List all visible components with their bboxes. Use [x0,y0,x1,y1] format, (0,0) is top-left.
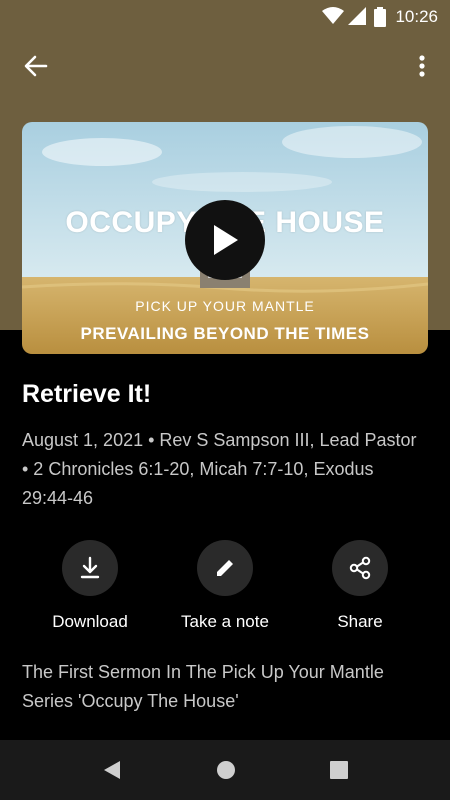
share-button[interactable]: Share [300,540,420,632]
download-button[interactable]: Download [30,540,150,632]
more-options-button[interactable] [410,50,434,82]
share-icon [349,556,371,580]
take-note-label: Take a note [181,612,269,631]
nav-back-icon[interactable] [100,758,124,782]
download-icon [80,556,100,579]
sermon-title: Retrieve It! [22,380,152,408]
status-time: 10:26 [395,7,438,26]
thumbnail-tagline-text: PREVAILING BEYOND THE TIMES [80,324,370,343]
download-label: Download [52,612,128,631]
system-nav-bar [0,740,450,800]
take-note-circle[interactable] [197,540,253,596]
download-circle[interactable] [62,540,118,596]
sermon-meta: August 1, 2021 • Rev S Sampson III, Lead… [22,430,417,508]
sermon-description: The First Sermon In The Pick Up Your Man… [22,662,384,711]
battery-icon [374,7,386,27]
share-circle[interactable] [332,540,388,596]
back-button[interactable] [20,50,52,82]
pencil-icon [217,560,233,576]
status-bar: 10:26 [0,0,450,32]
arrow-back-icon [24,55,48,77]
take-note-button[interactable]: Take a note [165,540,285,632]
nav-home-icon[interactable] [214,758,238,782]
share-label: Share [337,612,383,631]
more-vert-icon [419,55,425,77]
play-icon [214,225,238,255]
wifi-icon [322,7,344,24]
signal-icon [348,7,366,25]
video-thumbnail[interactable]: OCCUPY THE HOUSE PICK UP YOUR MANTLE PRE… [22,122,428,354]
thumbnail-subtitle-text: PICK UP YOUR MANTLE [135,298,315,314]
nav-recents-icon[interactable] [327,758,351,782]
play-button[interactable] [185,200,265,280]
